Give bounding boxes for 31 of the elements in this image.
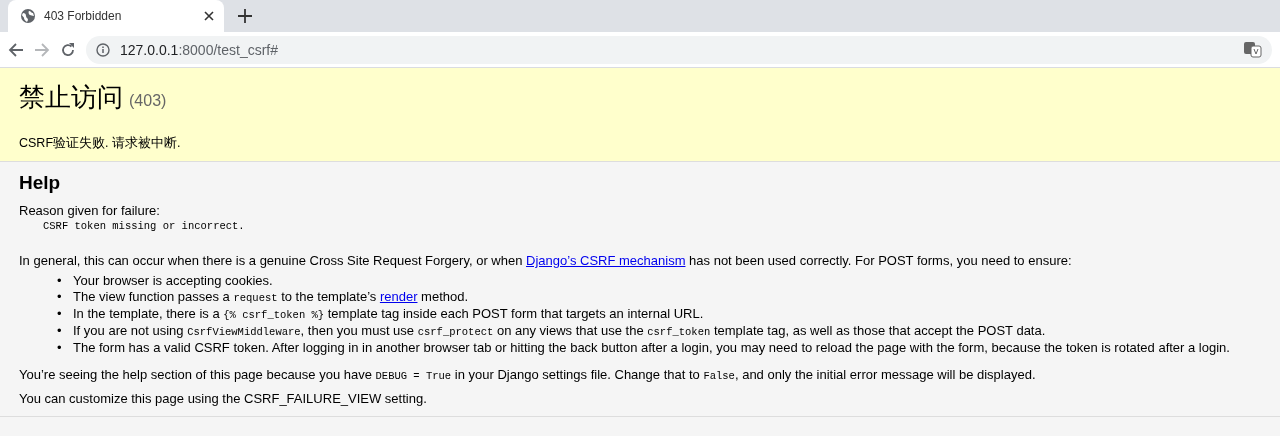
error-message: CSRF验证失败. 请求被中断. xyxy=(19,135,182,152)
help-note: You can customize this page using the CSRF_FAILURE_VIEW setting. xyxy=(19,391,428,407)
globe-icon xyxy=(20,8,36,24)
address-bar[interactable]: 127.0.0.1:8000/test_csrf# xyxy=(86,35,1272,64)
bullet: • xyxy=(57,273,63,289)
tab-title: 403 Forbidden xyxy=(44,9,123,23)
help-heading: Help xyxy=(19,172,62,194)
requirement-item: If you are not using CsrfViewMiddleware, then you must use csrf_protect on any views that use the csrf_token template tag, as well as those that accept the POST data. xyxy=(73,323,1046,340)
requirement-item: The form has a valid CSRF token. After logging in in another browser tab or hitting the back button after a login, you may need to reload the page with the form, because the token is rotated after a login. xyxy=(73,340,1230,356)
browser-tab[interactable]: 403 Forbidden xyxy=(8,0,224,32)
requirement-item: Your browser is accepting cookies. xyxy=(73,273,273,289)
requirement-item: In the template, there is a {% csrf_token %} template tag inside each POST form that targets an internal URL. xyxy=(73,306,704,323)
intro-paragraph: In general, this can occur when there is a genuine Cross Site Request Forgery, or when Django’s CSRF mechanism has not been used correctly. For POST forms, you need to ensure: xyxy=(19,253,1073,269)
back-arrow-icon[interactable] xyxy=(8,41,24,58)
close-icon[interactable] xyxy=(204,11,214,21)
reason-text: CSRF token missing or incorrect. xyxy=(43,219,246,233)
link[interactable]: render xyxy=(379,289,418,304)
requirement-item: The view function passes a request to the template’s render method. xyxy=(73,289,469,306)
help-note: You’re seeing the help section of this page because you have DEBUG = True in your Django settings file. Change that to False, and only the initial error message will be displayed. xyxy=(19,367,1037,384)
reason-label: Reason given for failure: xyxy=(19,203,161,219)
status-code: (403) xyxy=(129,92,167,110)
reload-icon[interactable] xyxy=(60,41,76,58)
error-title: 禁止访问 xyxy=(19,81,123,114)
link[interactable]: Django’s CSRF mechanism xyxy=(526,253,686,268)
bullet: • xyxy=(57,323,63,339)
new-tab-icon[interactable] xyxy=(238,9,252,23)
translate-icon[interactable] xyxy=(1244,41,1262,58)
bullet: • xyxy=(57,340,63,356)
bullet: • xyxy=(57,289,63,305)
bullet: • xyxy=(57,306,63,322)
info-icon[interactable] xyxy=(96,42,110,57)
